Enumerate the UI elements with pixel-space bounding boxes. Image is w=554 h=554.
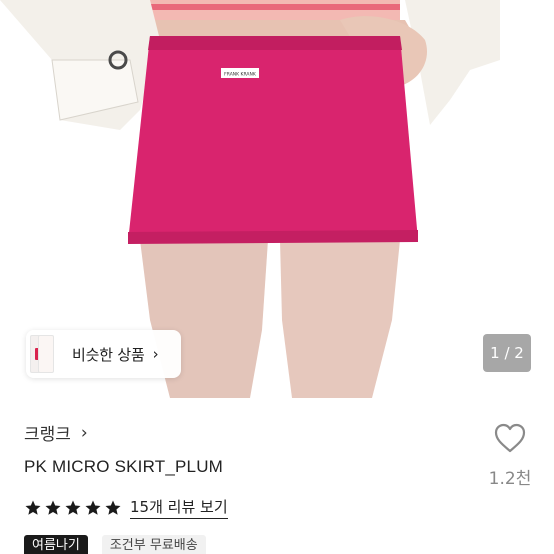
similar-products-label: 비슷한 상품 — [72, 345, 145, 364]
store-name: 크랭크 — [24, 425, 71, 445]
tag-badge: 조건부 무료배송 — [101, 535, 206, 554]
heart-icon — [494, 423, 526, 453]
similar-thumbnail — [38, 335, 54, 373]
product-title: PK MICRO SKIRT_PLUM — [24, 457, 224, 476]
product-image[interactable]: FRANK KRANK 비슷한 상품 › 1 / 2 — [0, 0, 554, 398]
similar-products-button[interactable]: 비슷한 상품 › — [26, 330, 181, 378]
like-count: 1.2천 — [488, 469, 532, 489]
product-tags: 여름나기 조건부 무료배송 — [24, 535, 206, 554]
star-icon — [105, 500, 121, 515]
chevron-right-icon: › — [152, 345, 159, 363]
star-icon — [45, 500, 61, 515]
skirt-label-text: FRANK KRANK — [224, 72, 257, 78]
similar-thumbnails — [30, 330, 60, 378]
star-icon — [65, 500, 81, 515]
rating-stars — [24, 499, 122, 517]
review-link[interactable]: 15개 리뷰 보기 — [130, 496, 228, 519]
image-pager-indicator: 1 / 2 — [483, 334, 531, 372]
store-link[interactable]: 크랭크 › — [24, 420, 88, 446]
star-icon — [85, 500, 101, 515]
chevron-right-icon: › — [80, 422, 88, 443]
star-icon — [25, 500, 41, 515]
tag-badge: 여름나기 — [24, 535, 88, 554]
rating-row: 15개 리뷰 보기 — [24, 496, 228, 519]
like-button[interactable]: 1.2천 — [486, 422, 534, 489]
